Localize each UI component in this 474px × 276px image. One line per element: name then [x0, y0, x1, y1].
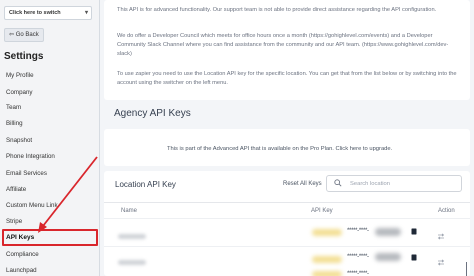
- table-row-divider: [104, 218, 470, 219]
- table-row-divider: [104, 246, 470, 247]
- sidebar-item-api-keys[interactable]: API Keys: [6, 234, 34, 241]
- sidebar-item-team[interactable]: Team: [6, 104, 21, 111]
- info-paragraph-developer-council: We do offer a Developer Council which me…: [117, 33, 449, 57]
- location-api-key-title: Location API Key: [115, 180, 176, 189]
- sidebar-item-affiliate[interactable]: Affiliate: [6, 186, 26, 193]
- masked-api-key: *****-****-: [347, 271, 369, 276]
- sidebar-item-launchpad[interactable]: Launchpad: [6, 267, 37, 274]
- copy-icon[interactable]: [411, 228, 417, 235]
- copy-icon[interactable]: [411, 254, 417, 261]
- sidebar-item-snapshot[interactable]: Snapshot: [6, 137, 32, 144]
- sidebar-item-company[interactable]: Company: [6, 89, 32, 96]
- scroll-edge: [466, 262, 467, 276]
- reset-all-keys-button[interactable]: Reset All Keys: [283, 181, 322, 187]
- settings-heading: Settings: [4, 51, 44, 62]
- column-header-action: Action: [438, 208, 455, 214]
- sidebar-item-phone-integration[interactable]: Phone Integration: [6, 153, 55, 160]
- masked-api-key: *****-****-: [347, 254, 369, 260]
- redacted-key-tail: [375, 228, 401, 236]
- sidebar-item-stripe[interactable]: Stripe: [6, 218, 22, 225]
- go-back-label: Go Back: [15, 32, 39, 38]
- regenerate-key-icon[interactable]: [437, 259, 445, 266]
- location-switcher[interactable]: Click here to switch ▾: [4, 6, 92, 20]
- redacted-location-name: [118, 260, 146, 265]
- column-header-api-key: API Key: [311, 208, 333, 214]
- sidebar-item-email-services[interactable]: Email Services: [6, 170, 47, 177]
- sidebar-item-my-profile[interactable]: My Profile: [6, 72, 34, 79]
- redacted-key-highlight: [312, 229, 342, 236]
- column-header-name: Name: [121, 208, 138, 214]
- upgrade-link[interactable]: This is part of the Advanced API that is…: [167, 146, 392, 152]
- search-icon: [334, 179, 342, 187]
- info-paragraph-support: This API is for advanced functionality. …: [117, 7, 437, 13]
- search-placeholder: Search location: [350, 181, 390, 187]
- regenerate-key-icon[interactable]: [437, 233, 445, 240]
- redacted-key-highlight: [312, 256, 342, 263]
- sidebar-item-custom-menu-link[interactable]: Custom Menu Link: [6, 202, 58, 209]
- redacted-key-highlight: [312, 271, 342, 276]
- chevron-down-icon: ▾: [84, 10, 88, 16]
- agency-api-keys-title: Agency API Keys: [114, 108, 191, 119]
- switcher-label: Click here to switch: [9, 10, 61, 16]
- back-arrow-icon: ⇦: [9, 32, 15, 38]
- redacted-location-name: [118, 234, 146, 239]
- sidebar-item-billing[interactable]: Billing: [6, 120, 23, 127]
- go-back-button[interactable]: ⇦ Go Back: [4, 28, 44, 42]
- search-location-input[interactable]: [326, 175, 462, 192]
- sidebar-item-compliance[interactable]: Compliance: [6, 251, 39, 258]
- redacted-key-tail: [375, 253, 401, 261]
- table-header-divider: [104, 202, 470, 203]
- info-paragraph-zapier: To use zapier you need to use the Locati…: [117, 71, 457, 86]
- masked-api-key: *****-****-: [347, 228, 369, 234]
